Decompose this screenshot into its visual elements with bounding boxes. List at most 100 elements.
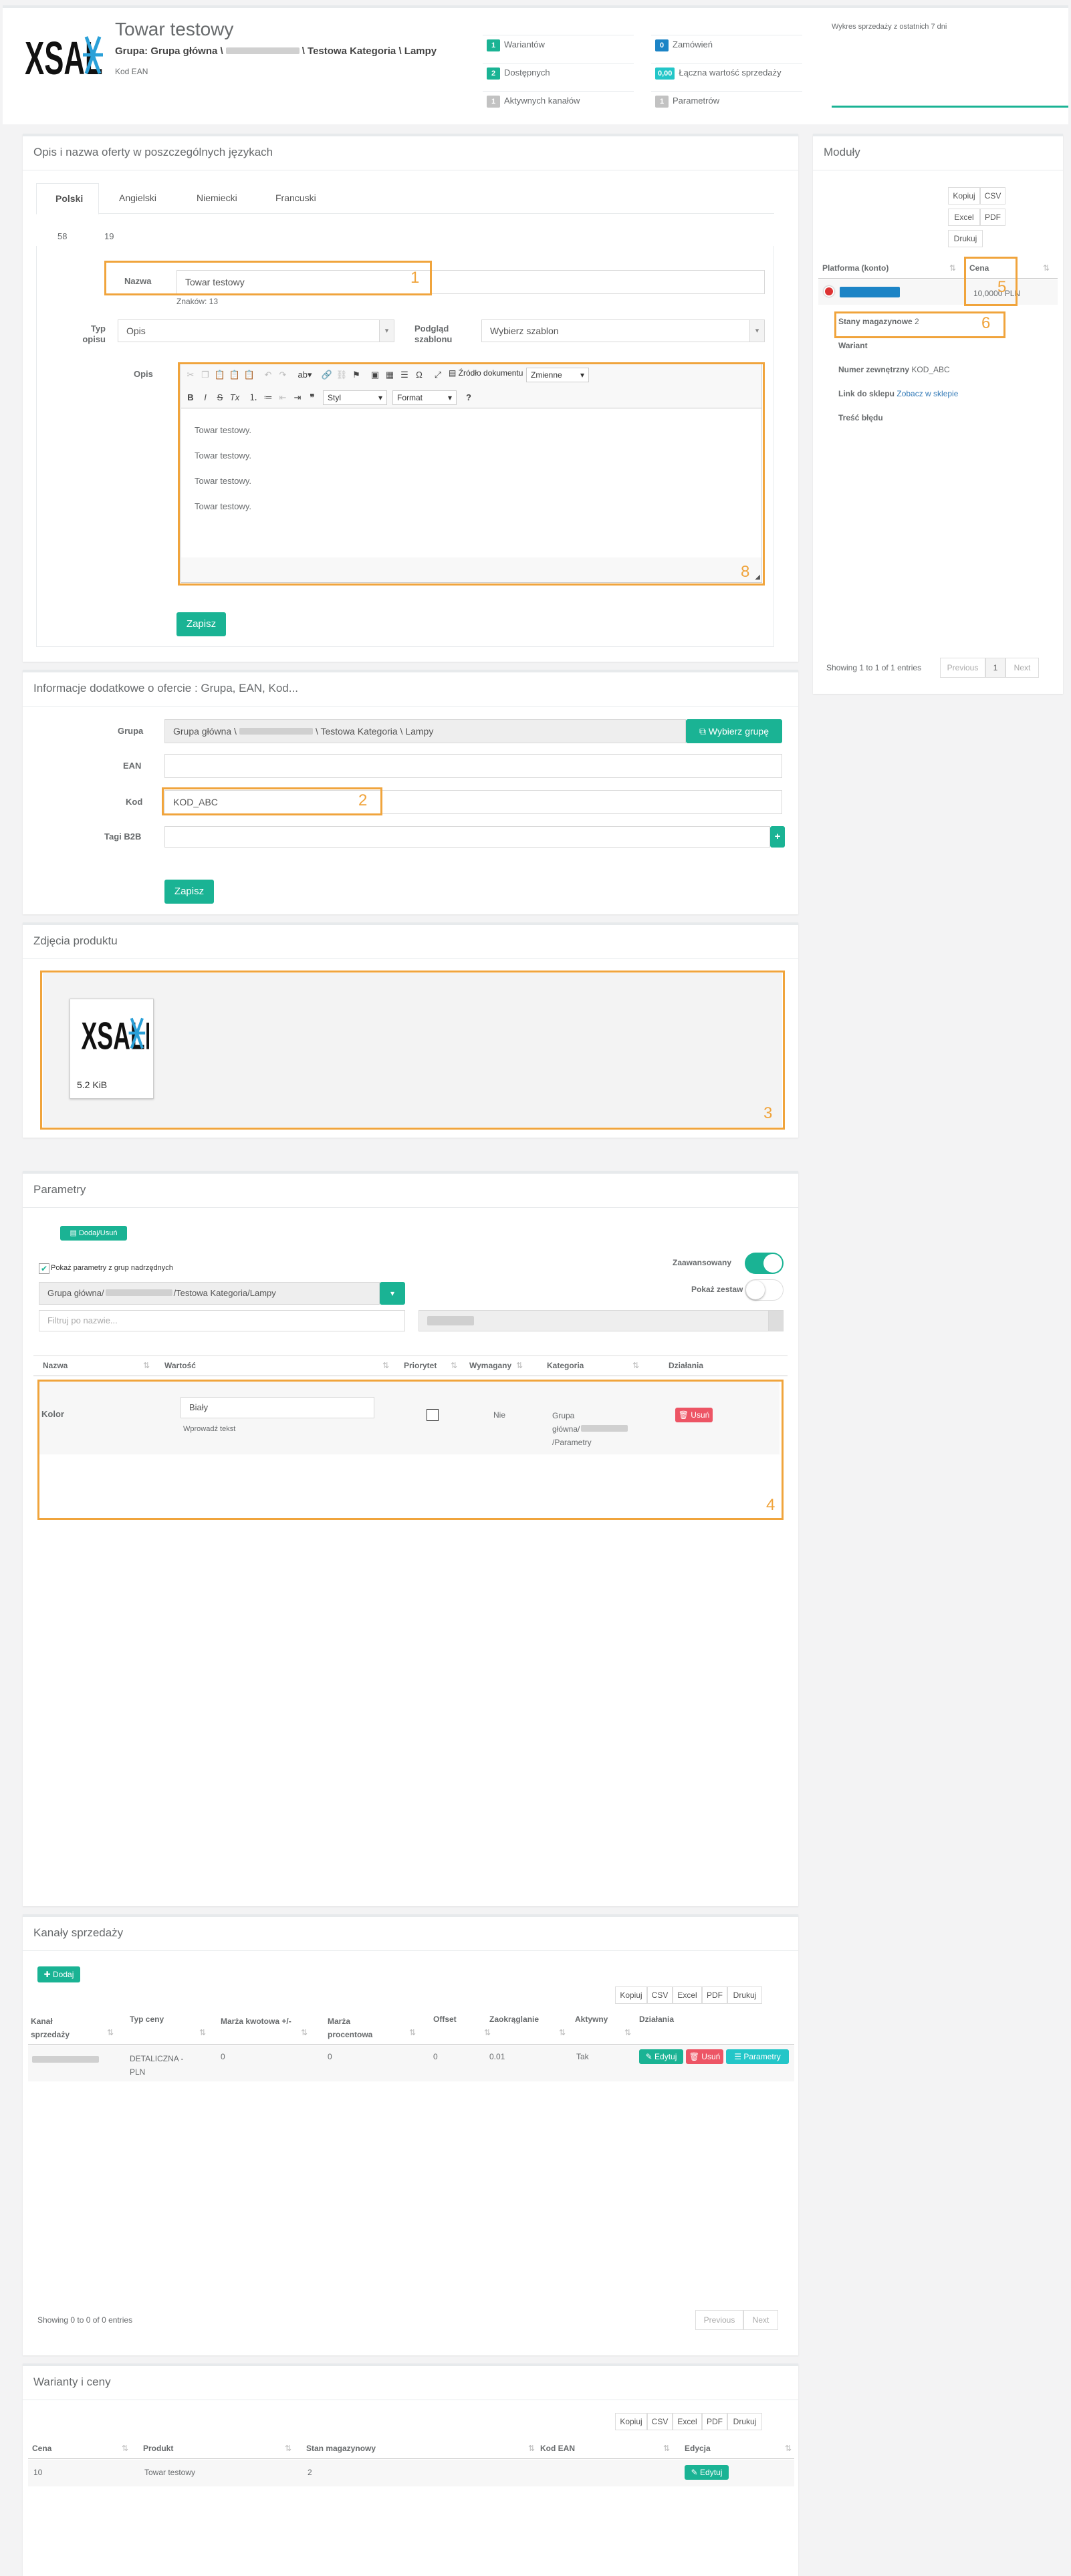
page-1-button[interactable]: 1 — [985, 658, 1005, 678]
stat-badge: 1 — [487, 96, 500, 108]
counter-1: 58 — [57, 231, 68, 241]
parameters-panel: Parametry ▤ Dodaj/Usuń ✔ Pokaż parametry… — [23, 1171, 798, 1906]
annotation-number-2: 2 — [358, 791, 368, 809]
previous-button[interactable]: Previous — [940, 658, 985, 678]
next-button[interactable]: Next — [1005, 658, 1039, 678]
col-stan[interactable]: Stan magazynowy — [306, 2444, 376, 2453]
advanced-toggle[interactable] — [745, 1253, 784, 1274]
copy-button[interactable]: Kopiuj — [948, 187, 980, 205]
excel-button[interactable]: Excel — [673, 2413, 702, 2430]
print-button[interactable]: Drukuj — [948, 230, 983, 247]
col-dzialania: Działania — [669, 1361, 704, 1370]
ean-input[interactable] — [164, 754, 782, 778]
col-kod-ean[interactable]: Kod EAN — [540, 2444, 575, 2453]
pdf-button[interactable]: PDF — [980, 209, 1005, 226]
col-offset[interactable]: Offset — [433, 2015, 457, 2024]
opis-label: Opis — [134, 369, 153, 379]
edit-icon: ✎ — [691, 2468, 698, 2477]
edit-variant-button[interactable]: ✎ Edytuj — [685, 2465, 729, 2480]
col-priorytet[interactable]: Priorytet — [404, 1361, 437, 1370]
group-select-dropdown[interactable]: ▾ — [380, 1282, 405, 1305]
tab-niemiecki[interactable]: Niemiecki — [197, 192, 237, 203]
csv-button[interactable]: CSV — [647, 2413, 673, 2430]
panel-title: Moduły — [824, 146, 860, 158]
channel-row: DETALICZNA - PLN 0 0 0 0.01 Tak ✎ Edytuj… — [28, 2045, 794, 2081]
char-count: Znaków: 13 — [176, 297, 219, 306]
group-select[interactable]: Grupa główna//Testowa Kategoria/Lampy — [39, 1282, 380, 1305]
excel-button[interactable]: Excel — [673, 1986, 702, 2004]
col-typ-ceny[interactable]: Typ ceny — [130, 2015, 164, 2024]
col-nazwa[interactable]: Nazwa — [43, 1361, 68, 1370]
language-tabs: Polski Angielski Niemiecki Francuski — [36, 183, 774, 215]
param-filter-input[interactable]: Filtruj po nazwie... — [39, 1310, 405, 1331]
annotation-number-8: 8 — [741, 563, 750, 581]
col-wartosc[interactable]: Wartość — [164, 1361, 196, 1370]
product-group: Grupa: Grupa główna \ \ Testowa Kategoria… — [115, 45, 437, 57]
show-parent-label: Pokaż parametry z grup nadrzędnych — [51, 1264, 173, 1272]
offset: 0 — [433, 2052, 438, 2061]
stat-item: 0 Zamówień — [655, 39, 713, 52]
chevron-down-icon: ▾ — [749, 320, 764, 342]
chevron-down-icon — [768, 1311, 783, 1331]
panel-title: Kanały sprzedaży — [33, 1926, 124, 1939]
excel-button[interactable]: Excel — [948, 209, 980, 226]
add-channel-button[interactable]: ✚ Dodaj — [37, 1966, 80, 1982]
tab-francuski[interactable]: Francuski — [275, 192, 316, 203]
choose-group-button[interactable]: ⧉ Wybierz grupę — [686, 719, 782, 743]
col-aktywny[interactable]: Aktywny — [575, 2015, 608, 2024]
trash-icon: 🗑 — [689, 2052, 699, 2061]
copy-button[interactable]: Kopiuj — [615, 2413, 647, 2430]
shop-link-label: Link do sklepu Zobacz w sklepie — [838, 389, 959, 398]
delete-channel-button[interactable]: 🗑 Usuń — [686, 2049, 723, 2064]
stat-label: Parametrów — [673, 96, 720, 106]
photos-panel: Zdjęcia produktu XSALE 5.2 KiB 3 — [23, 922, 798, 1138]
save-description-button[interactable]: Zapisz — [176, 612, 226, 636]
col-wymagany[interactable]: Wymagany — [469, 1361, 511, 1370]
shop-link[interactable]: Zobacz w sklepie — [897, 389, 958, 398]
table-info: Showing 1 to 1 of 1 entries — [826, 663, 922, 672]
template-select[interactable]: Wybierz szablon ▾ — [481, 319, 765, 342]
margin-amount: 0 — [221, 2052, 225, 2061]
channel-params-button[interactable]: ☰ Parametry — [726, 2049, 789, 2064]
type-select[interactable]: Opis ▾ — [118, 319, 394, 342]
show-parent-checkbox[interactable]: ✔ — [39, 1263, 49, 1274]
save-info-button[interactable]: Zapisz — [164, 880, 214, 904]
csv-button[interactable]: CSV — [980, 187, 1005, 205]
panel-title: Zdjęcia produktu — [33, 934, 118, 947]
expand-icon[interactable] — [824, 286, 834, 297]
ean-label: Kod EAN — [115, 67, 148, 76]
print-button[interactable]: Drukuj — [727, 2413, 762, 2430]
preview-label: Podgląd szablonu — [414, 324, 453, 344]
annotation-box-6 — [834, 311, 1005, 338]
col-platform[interactable]: Platforma (konto) — [822, 263, 888, 273]
tags-input[interactable] — [164, 826, 770, 848]
previous-button[interactable]: Previous — [695, 2310, 743, 2330]
print-button[interactable]: Drukuj — [727, 1986, 762, 2004]
panel-title: Warianty i ceny — [33, 2375, 111, 2388]
col-marza-procentowa[interactable]: Marża procentowa — [328, 2015, 381, 2041]
col-kanal[interactable]: Kanał sprzedaży — [31, 2015, 84, 2041]
pdf-button[interactable]: PDF — [702, 2413, 727, 2430]
edit-channel-button[interactable]: ✎ Edytuj — [639, 2049, 683, 2064]
tab-polski[interactable]: Polski — [36, 183, 99, 215]
csv-button[interactable]: CSV — [647, 1986, 673, 2004]
stat-label: Dostępnych — [504, 68, 550, 78]
show-sets-toggle[interactable] — [745, 1279, 784, 1301]
copy-button[interactable]: Kopiuj — [615, 1986, 647, 2004]
variant-price: 10 — [33, 2468, 43, 2477]
add-remove-param-button[interactable]: ▤ Dodaj/Usuń — [60, 1226, 127, 1241]
col-marza-kwotowa[interactable]: Marża kwotowa +/- — [221, 2015, 294, 2028]
price-type: DETALICZNA - PLN — [130, 2054, 184, 2077]
active: Tak — [576, 2052, 589, 2061]
col-zaokraglanie[interactable]: Zaokrąglanie — [489, 2015, 539, 2024]
col-kategoria[interactable]: Kategoria — [547, 1361, 584, 1370]
col-cena[interactable]: Cena — [32, 2444, 51, 2453]
col-edycja[interactable]: Edycja — [685, 2444, 711, 2453]
col-produkt[interactable]: Produkt — [143, 2444, 173, 2453]
set-select[interactable] — [419, 1310, 784, 1331]
add-tag-button[interactable]: + — [770, 826, 785, 848]
variant-stock: 2 — [308, 2468, 312, 2477]
pdf-button[interactable]: PDF — [702, 1986, 727, 2004]
next-button[interactable]: Next — [743, 2310, 778, 2330]
tab-angielski[interactable]: Angielski — [119, 192, 156, 203]
